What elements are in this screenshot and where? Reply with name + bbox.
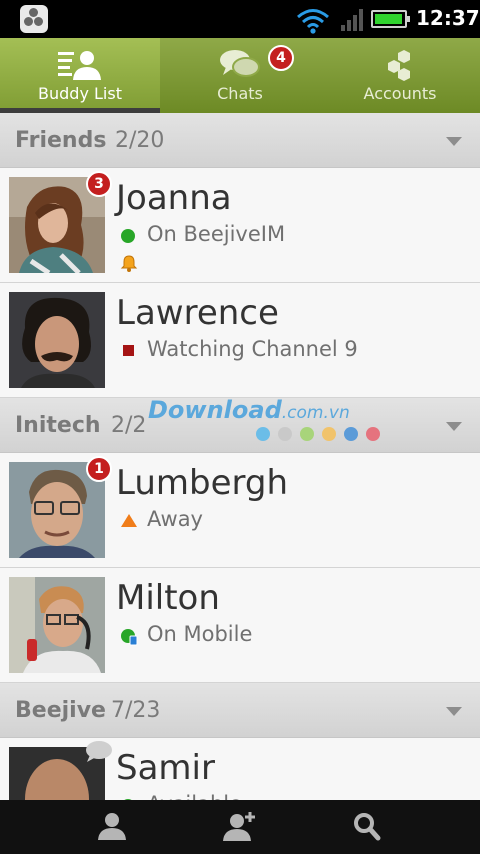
group-header-friends[interactable]: Friends 2/20 (0, 113, 480, 168)
buddy-list: Friends 2/20 3 Joanna On BeejiveIM Lawre… (0, 113, 480, 800)
tab-label: Chats (217, 84, 263, 103)
collapse-arrow-icon[interactable] (446, 422, 462, 431)
collapse-arrow-icon[interactable] (446, 707, 462, 716)
buddy-row-lawrence[interactable]: Lawrence Watching Channel 9 (0, 283, 480, 398)
unread-badge: 3 (86, 171, 112, 197)
buddy-row-samir[interactable]: Samir Available (0, 738, 480, 800)
contacts-icon[interactable] (82, 808, 142, 846)
buddy-name: Milton (116, 578, 220, 618)
chat-bubble-icon (86, 741, 112, 762)
watermark-dot (344, 427, 358, 441)
group-name: Friends (15, 128, 107, 153)
watermark-dot (322, 427, 336, 441)
group-name: Initech (15, 413, 101, 438)
search-icon[interactable] (338, 808, 398, 846)
buddy-row-lumbergh[interactable]: 1 Lumbergh Away (0, 453, 480, 568)
busy-square-icon (123, 345, 134, 356)
status-message: On BeejiveIM (147, 222, 286, 246)
away-triangle-icon (121, 514, 137, 527)
avatar (9, 577, 105, 673)
clock: 12:37 (416, 6, 480, 30)
group-count: 2/20 (115, 128, 165, 153)
hexagons-icon (388, 50, 410, 81)
status-message: Available (147, 792, 242, 800)
tab-chats[interactable]: 4 Chats (160, 38, 320, 113)
unread-badge: 1 (86, 456, 112, 482)
watermark-suffix: .com.vn (281, 403, 350, 423)
group-count: 2/2 (111, 413, 147, 438)
watermark-dot (300, 427, 314, 441)
wifi-icon (297, 9, 329, 34)
tab-accounts[interactable]: Accounts (320, 38, 480, 113)
collapse-arrow-icon[interactable] (446, 137, 462, 146)
group-count: 7/23 (111, 698, 161, 723)
beejive-logo-icon[interactable] (20, 5, 48, 33)
buddy-list-icon (58, 51, 101, 80)
group-name: Beejive (15, 698, 106, 723)
tab-buddy-list[interactable]: Buddy List (0, 38, 160, 113)
avatar (9, 292, 105, 388)
status-message: Watching Channel 9 (147, 337, 358, 361)
group-header-beejive[interactable]: Beejive 7/23 (0, 683, 480, 738)
buddy-name: Lumbergh (116, 463, 289, 503)
add-contact-icon[interactable] (210, 808, 270, 846)
signal-icon (341, 9, 363, 31)
tab-label: Buddy List (38, 84, 122, 103)
bottom-action-bar (0, 800, 480, 854)
mobile-online-icon (121, 629, 138, 646)
online-dot-icon (121, 229, 135, 243)
watermark: Download.com.vn (148, 396, 388, 456)
bell-icon (120, 255, 138, 272)
buddy-name: Lawrence (116, 293, 279, 333)
buddy-name: Joanna (116, 178, 232, 218)
buddy-name: Samir (116, 748, 215, 788)
watermark-dots (256, 426, 388, 445)
battery-icon (371, 10, 410, 28)
tab-label: Accounts (363, 84, 437, 103)
watermark-brand: Download (148, 396, 282, 424)
chat-bubbles-icon (220, 50, 260, 77)
watermark-dot (366, 427, 380, 441)
status-message: On Mobile (147, 622, 253, 646)
watermark-dot (256, 427, 270, 441)
buddy-row-milton[interactable]: Milton On Mobile (0, 568, 480, 683)
buddy-row-joanna[interactable]: 3 Joanna On BeejiveIM (0, 168, 480, 283)
watermark-dot (278, 427, 292, 441)
tab-bar: Buddy List 4 Chats Accounts (0, 38, 480, 113)
status-bar: 12:37 (0, 0, 480, 38)
chats-unread-badge: 4 (268, 45, 294, 71)
status-message: Away (147, 507, 203, 531)
